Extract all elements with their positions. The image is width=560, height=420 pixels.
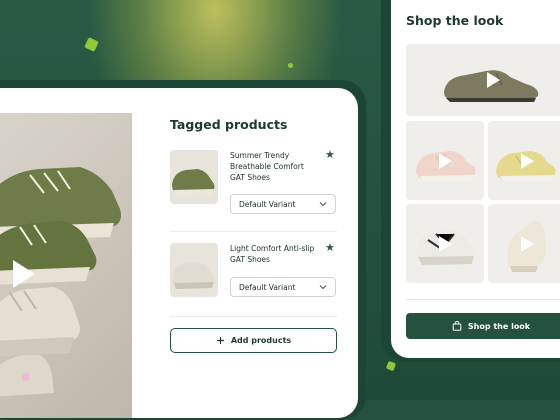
variant-select-value: Default Variant <box>239 282 296 292</box>
shoe-image <box>172 262 215 289</box>
play-icon[interactable] <box>521 236 534 252</box>
product-name: Summer Trendy Breathable Comfort GAT Sho… <box>230 151 304 182</box>
look-tile-5[interactable] <box>488 204 560 283</box>
divider <box>406 299 560 300</box>
decorative-dot <box>22 373 30 381</box>
variant-select[interactable]: Default Variant <box>230 277 336 297</box>
tagged-products-title: Tagged products <box>170 117 288 132</box>
look-tile-3[interactable] <box>488 121 560 200</box>
product-thumbnail[interactable] <box>170 243 218 297</box>
chevron-down-icon <box>319 202 327 207</box>
play-icon[interactable] <box>13 260 35 288</box>
shop-the-look-button[interactable]: Shop the look <box>406 313 560 339</box>
shoe-image <box>172 169 215 196</box>
divider <box>170 231 337 232</box>
play-icon[interactable] <box>521 153 534 169</box>
divider <box>170 316 337 317</box>
add-products-label: Add products <box>230 336 292 345</box>
play-icon[interactable] <box>439 236 452 252</box>
product-name: Light Comfort Anti-slip GAT Shoes <box>230 244 315 264</box>
shoe-image <box>444 70 539 102</box>
look-tile-4[interactable] <box>406 204 484 283</box>
tagged-products-card: Tagged products Summer Trendy Breathable… <box>0 88 358 418</box>
star-icon[interactable]: ★ <box>325 241 335 254</box>
variant-select-value: Default Variant <box>239 199 296 209</box>
play-icon[interactable] <box>487 72 500 88</box>
look-tile-2[interactable] <box>406 121 484 200</box>
shop-the-look-panel: Shop the look Shop the look <box>391 0 560 358</box>
star-icon[interactable]: ★ <box>325 148 335 161</box>
plus-icon <box>216 337 224 344</box>
play-icon[interactable] <box>439 153 452 169</box>
variant-select[interactable]: Default Variant <box>230 194 336 214</box>
look-tile-1[interactable] <box>406 44 560 116</box>
decorative-dot <box>288 63 293 68</box>
shopping-bag-icon <box>452 321 462 331</box>
product-video[interactable] <box>0 113 132 418</box>
shop-the-look-button-label: Shop the look <box>467 321 531 331</box>
product-thumbnail[interactable] <box>170 150 218 204</box>
chevron-down-icon <box>319 285 327 290</box>
add-products-button[interactable]: Add products <box>170 328 337 353</box>
shop-the-look-title: Shop the look <box>406 13 504 28</box>
